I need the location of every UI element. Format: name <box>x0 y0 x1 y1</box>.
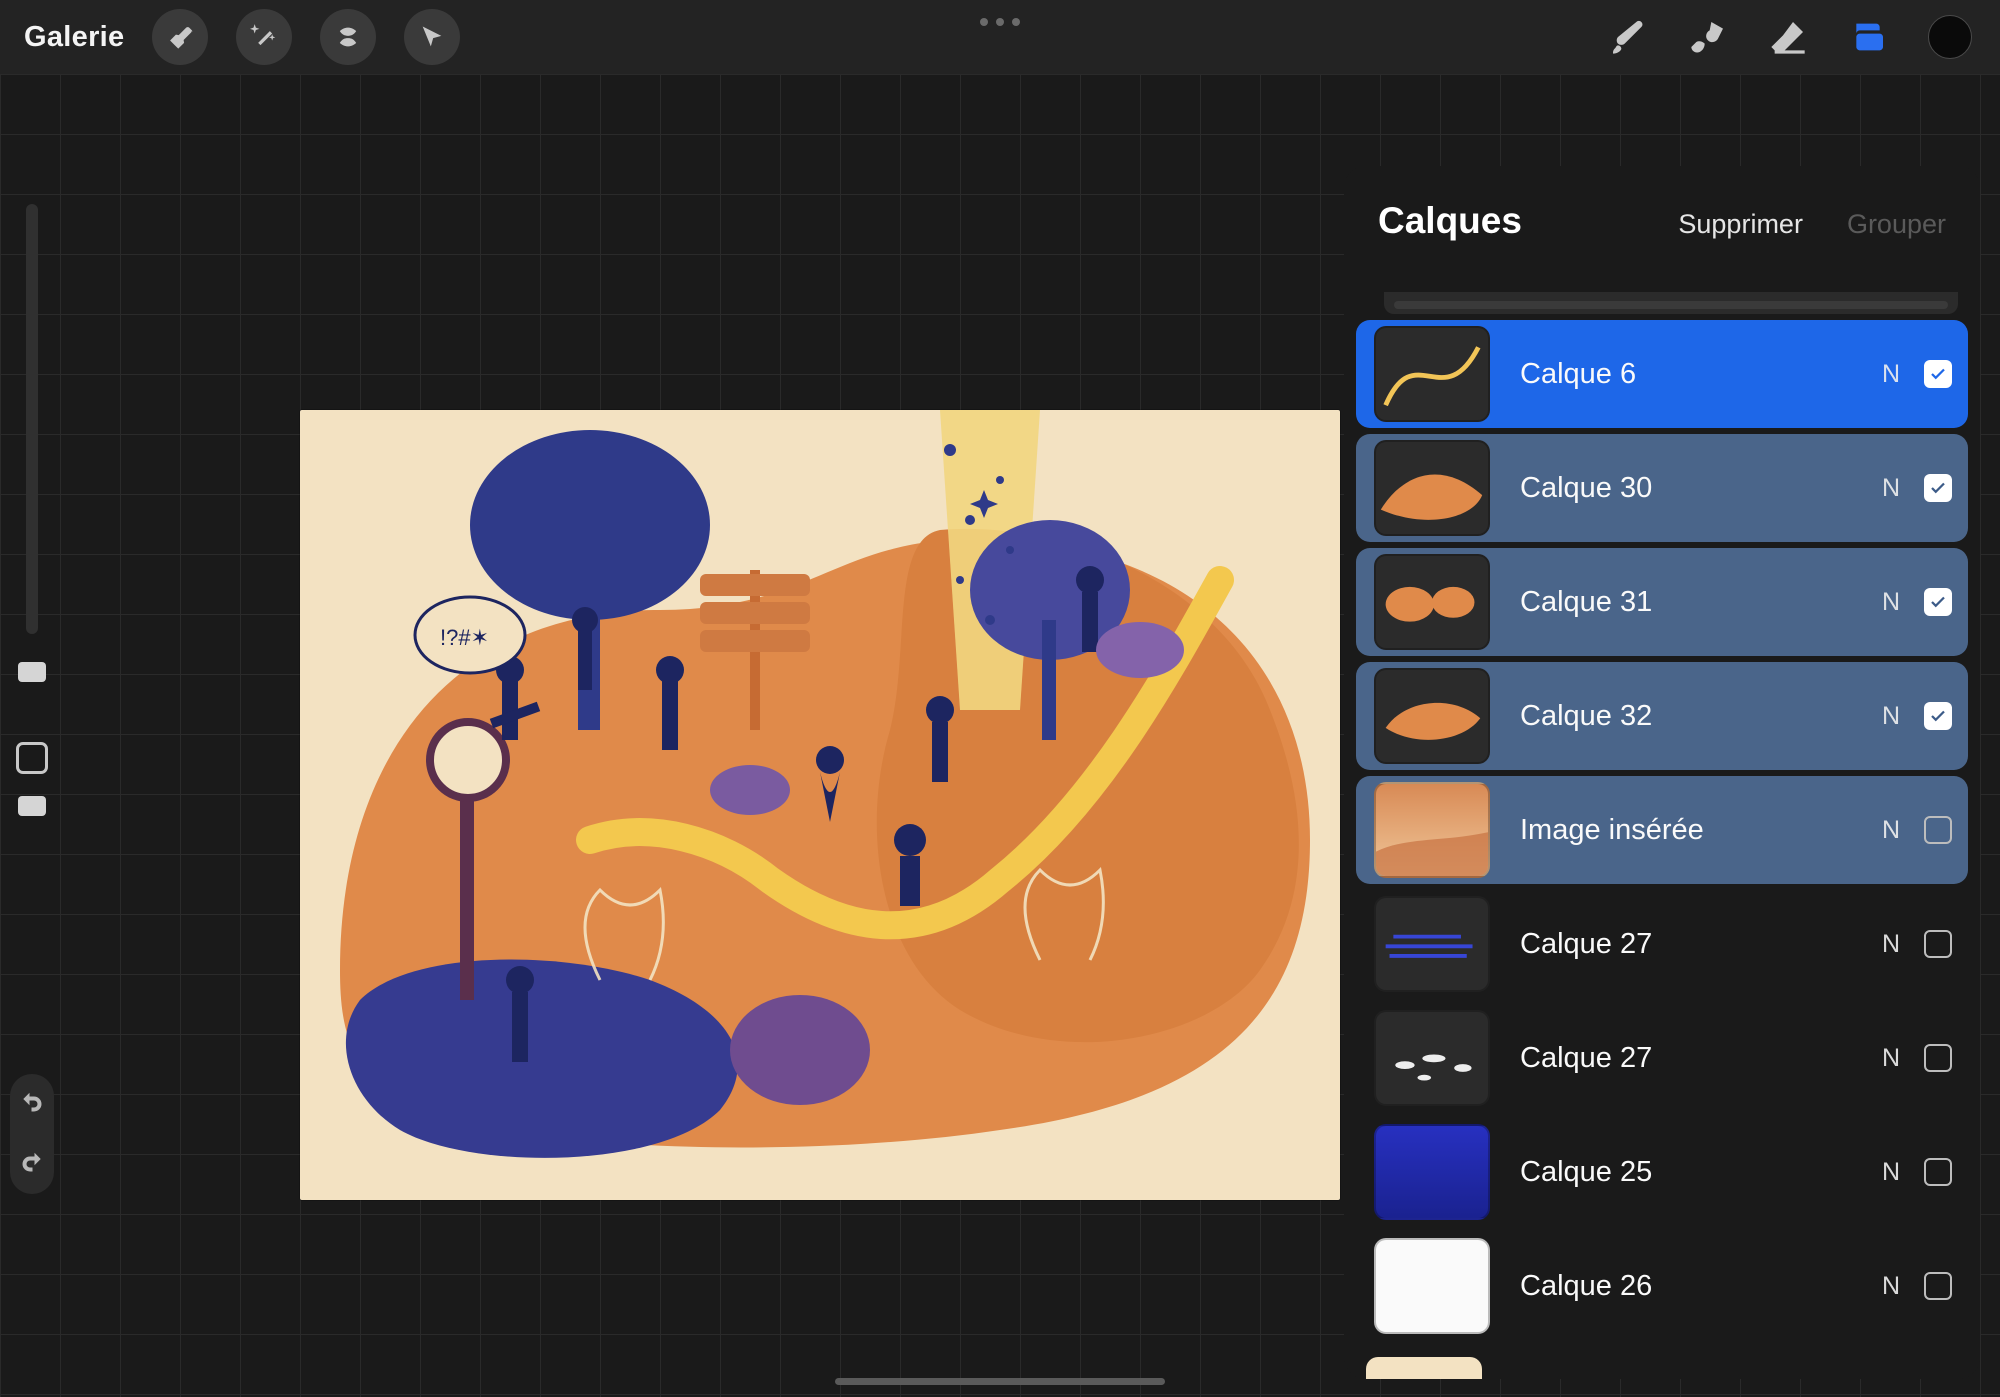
selection-icon[interactable] <box>320 9 376 65</box>
visibility-checkbox[interactable] <box>1924 702 1952 730</box>
layers-icon[interactable] <box>1848 17 1888 57</box>
layer-name: Calque 27 <box>1520 928 1876 961</box>
undo-redo-group <box>10 1074 54 1194</box>
visibility-checkbox[interactable] <box>1924 360 1952 388</box>
canvas-artwork[interactable]: !?#✶ <box>300 410 1340 1200</box>
blend-mode-label[interactable]: N <box>1876 1272 1906 1301</box>
artwork-illustration: !?#✶ <box>300 410 1340 1200</box>
visibility-checkbox[interactable] <box>1924 474 1952 502</box>
layer-row[interactable]: Calque 31 N <box>1356 548 1968 656</box>
layer-row-peek <box>1384 292 1958 314</box>
layers-panel: Calques Supprimer Grouper Calque 6 N Cal… <box>1344 166 1980 1379</box>
visibility-checkbox[interactable] <box>1924 1272 1952 1300</box>
top-toolbar: Galerie <box>0 0 2000 74</box>
blend-mode-label[interactable]: N <box>1876 474 1906 503</box>
visibility-checkbox[interactable] <box>1924 816 1952 844</box>
layer-thumbnail <box>1374 1010 1490 1106</box>
blend-mode-label[interactable]: N <box>1876 360 1906 389</box>
visibility-checkbox[interactable] <box>1924 930 1952 958</box>
left-sidebar <box>8 204 56 984</box>
layer-row[interactable]: Calque 27 N <box>1356 890 1968 998</box>
layer-row[interactable]: Calque 27 N <box>1356 1004 1968 1112</box>
slider-thumb[interactable] <box>18 796 46 816</box>
smudge-icon[interactable] <box>1688 17 1728 57</box>
home-indicator <box>835 1378 1165 1385</box>
layer-thumbnail <box>1374 1238 1490 1334</box>
group-button[interactable]: Grouper <box>1847 209 1946 240</box>
brush-size-slider[interactable] <box>26 204 38 634</box>
layer-thumbnail <box>1374 554 1490 650</box>
layer-row[interactable]: Calque 32 N <box>1356 662 1968 770</box>
gallery-button[interactable]: Galerie <box>24 21 124 54</box>
layer-thumbnail <box>1374 782 1490 878</box>
layer-row[interactable]: Image insérée N <box>1356 776 1968 884</box>
layer-thumbnail <box>1374 1124 1490 1220</box>
redo-icon[interactable] <box>20 1150 44 1179</box>
layer-name: Calque 25 <box>1520 1156 1876 1189</box>
undo-icon[interactable] <box>20 1090 44 1119</box>
layer-name: Calque 26 <box>1520 1270 1876 1303</box>
blend-mode-label[interactable]: N <box>1876 816 1906 845</box>
brush-icon[interactable] <box>1608 17 1648 57</box>
layer-name: Calque 30 <box>1520 472 1876 505</box>
collapse-dots-icon[interactable] <box>980 18 1020 26</box>
modify-button[interactable] <box>16 742 48 774</box>
blend-mode-label[interactable]: N <box>1876 702 1906 731</box>
layer-name: Calque 32 <box>1520 700 1876 733</box>
blend-mode-label[interactable]: N <box>1876 1044 1906 1073</box>
blend-mode-label[interactable]: N <box>1876 588 1906 617</box>
layer-thumbnail <box>1374 326 1490 422</box>
layer-name: Image insérée <box>1520 814 1876 847</box>
visibility-checkbox[interactable] <box>1924 1158 1952 1186</box>
layer-thumbnail <box>1374 896 1490 992</box>
eraser-icon[interactable] <box>1768 17 1808 57</box>
blend-mode-label[interactable]: N <box>1876 1158 1906 1187</box>
toolbar-left-group: Galerie <box>0 9 460 65</box>
layers-list[interactable]: Calque 6 N Calque 30 N Calque 31 N Calqu… <box>1344 286 1980 1379</box>
visibility-checkbox[interactable] <box>1924 1044 1952 1072</box>
svg-text:!?#✶: !?#✶ <box>440 625 489 650</box>
visibility-checkbox[interactable] <box>1924 588 1952 616</box>
background-swatch <box>1366 1357 1482 1379</box>
wand-icon[interactable] <box>236 9 292 65</box>
layer-row[interactable]: Calque 26 N <box>1356 1232 1968 1340</box>
canvas-stage: !?#✶ Calques Supprimer Grouper Calque 6 … <box>0 74 2000 1397</box>
layer-row[interactable]: Calque 25 N <box>1356 1118 1968 1226</box>
transform-arrow-icon[interactable] <box>404 9 460 65</box>
color-picker-button[interactable] <box>1928 15 1972 59</box>
slider-thumb[interactable] <box>18 662 46 682</box>
wrench-icon[interactable] <box>152 9 208 65</box>
panel-title: Calques <box>1378 200 1522 242</box>
layer-row[interactable]: Calque 30 N <box>1356 434 1968 542</box>
toolbar-right-group <box>1608 15 2000 59</box>
layer-name: Calque 6 <box>1520 358 1876 391</box>
panel-header: Calques Supprimer Grouper <box>1344 166 1980 262</box>
layer-name: Calque 27 <box>1520 1042 1876 1075</box>
layer-row[interactable]: Calque 6 N <box>1356 320 1968 428</box>
delete-button[interactable]: Supprimer <box>1678 209 1803 240</box>
blend-mode-label[interactable]: N <box>1876 930 1906 959</box>
layer-thumbnail <box>1374 440 1490 536</box>
layer-thumbnail <box>1374 668 1490 764</box>
layer-name: Calque 31 <box>1520 586 1876 619</box>
panel-actions: Supprimer Grouper <box>1678 209 1946 240</box>
background-row[interactable]: Couleur d'arrière-plan <box>1356 1348 1968 1379</box>
